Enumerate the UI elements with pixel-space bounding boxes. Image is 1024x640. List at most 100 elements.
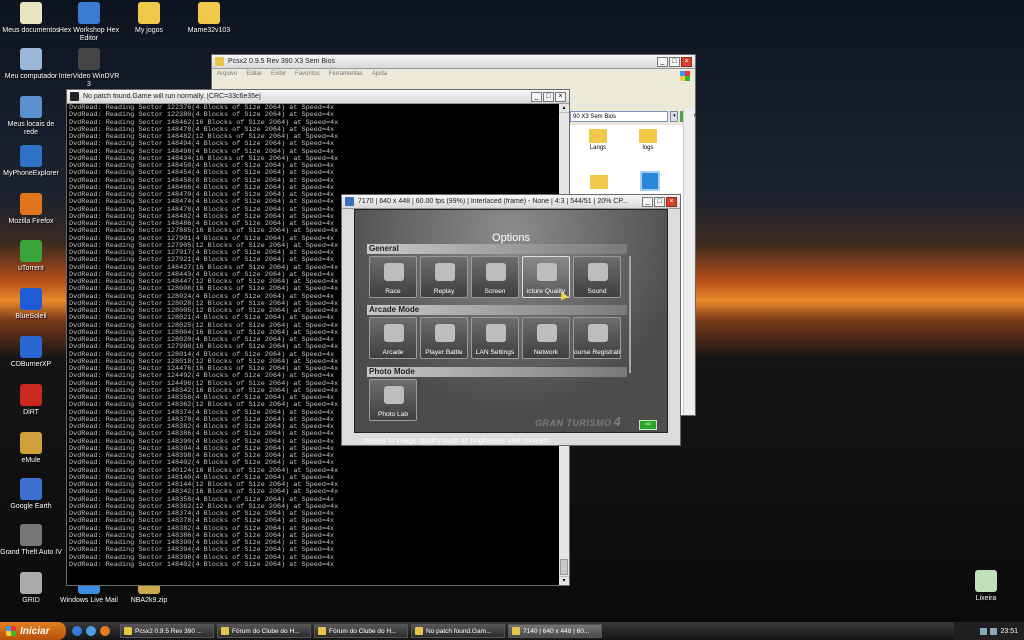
app-icon bbox=[20, 384, 42, 406]
minimize-button[interactable]: _ bbox=[531, 91, 542, 102]
tile-label: Photo Lab bbox=[377, 411, 409, 418]
option-tile[interactable]: Screen bbox=[471, 256, 519, 298]
taskbar-button[interactable]: Pcsx2 0.9.5 Rev 390 ... bbox=[120, 624, 214, 638]
app-icon bbox=[78, 48, 100, 70]
game-titlebar[interactable]: 7170 | 640 x 448 | 60.00 fps (99%) | Int… bbox=[342, 195, 680, 209]
taskbar-button[interactable]: 7140 | 640 x 448 | 60... bbox=[508, 624, 602, 638]
game-window[interactable]: 7170 | 640 x 448 | 60.00 fps (99%) | Int… bbox=[341, 194, 681, 446]
minimize-button[interactable]: _ bbox=[657, 56, 668, 67]
option-tile[interactable]: Replay bbox=[420, 256, 468, 298]
taskbar-button[interactable]: No patch found.Gam... bbox=[411, 624, 505, 638]
ie-icon[interactable] bbox=[86, 626, 96, 636]
option-tile[interactable]: Sound bbox=[573, 256, 621, 298]
desktop-icon[interactable]: InterVideo WinDVR 3 bbox=[58, 48, 120, 89]
explorer-scrollbar[interactable] bbox=[683, 109, 694, 415]
folder-label: logs bbox=[642, 145, 654, 151]
option-tile[interactable]: LAN Settings bbox=[471, 317, 519, 359]
scroll-track bbox=[629, 256, 631, 373]
window-icon bbox=[221, 627, 229, 635]
desktop-icon[interactable]: Google Earth bbox=[0, 478, 62, 511]
folder-icon bbox=[215, 57, 224, 66]
desktop-icon-label: Mame32v103 bbox=[187, 27, 231, 34]
close-button[interactable]: × bbox=[666, 196, 677, 207]
folder-item[interactable]: logs bbox=[628, 129, 668, 151]
option-tile[interactable]: Arcade bbox=[369, 317, 417, 359]
close-button[interactable]: × bbox=[681, 56, 692, 67]
folder-label: Langs bbox=[589, 145, 607, 151]
volume-icon[interactable] bbox=[990, 627, 998, 635]
desktop-icon[interactable]: eMule bbox=[0, 432, 62, 465]
game-screen[interactable]: Options General Race Replay Screen icture Qu… bbox=[354, 209, 668, 445]
network-icon[interactable] bbox=[980, 627, 988, 635]
desktop-icon[interactable]: My jogos bbox=[118, 2, 180, 35]
menu-item-arquivo[interactable]: Arquivo bbox=[217, 71, 237, 79]
desktop-icon-label: Grand Theft Auto IV bbox=[0, 549, 62, 556]
firefox-icon[interactable] bbox=[100, 626, 110, 636]
desktop-icon[interactable]: Meus locais de rede bbox=[0, 96, 62, 137]
scroll-thumb[interactable] bbox=[560, 559, 568, 575]
folder-item[interactable]: Langs bbox=[578, 129, 618, 151]
network-icon bbox=[537, 324, 557, 342]
address-field[interactable]: 90 X3 Sem Bios bbox=[570, 110, 669, 122]
minimize-button[interactable]: _ bbox=[642, 196, 653, 207]
maximize-button[interactable]: □ bbox=[654, 196, 665, 207]
exit-icon[interactable]: ⇨ bbox=[639, 420, 657, 430]
app-icon bbox=[20, 288, 42, 310]
option-tile[interactable]: Network bbox=[522, 317, 570, 359]
maximize-button[interactable]: □ bbox=[543, 91, 554, 102]
browser-icon[interactable] bbox=[72, 626, 82, 636]
camera-icon bbox=[435, 263, 455, 281]
scroll-up-arrow-icon[interactable]: ▴ bbox=[559, 104, 569, 113]
desktop-icon[interactable]: Meus documentos bbox=[0, 2, 62, 35]
start-button[interactable]: Iniciar bbox=[0, 622, 66, 640]
menu-item-favoritos[interactable]: Favoritos bbox=[295, 71, 320, 79]
taskbar: Iniciar Pcsx2 0.9.5 Rev 390 ... Fórum do … bbox=[0, 622, 1024, 640]
option-tile[interactable]: Player Battle bbox=[420, 317, 468, 359]
window-icon bbox=[512, 627, 520, 635]
scroll-down-arrow-icon[interactable]: ▾ bbox=[559, 576, 569, 585]
taskbar-button-label: Pcsx2 0.9.5 Rev 390 ... bbox=[135, 627, 203, 635]
option-tile[interactable]: Race bbox=[369, 256, 417, 298]
desktop-icon[interactable]: BlueSoleil bbox=[0, 288, 62, 321]
desktop-icon[interactable]: Hex Workshop Hex Editor bbox=[58, 2, 120, 43]
menu-item-ferramentas[interactable]: Ferramentas bbox=[329, 71, 363, 79]
picture-icon bbox=[537, 263, 557, 281]
console-icon bbox=[70, 92, 79, 101]
taskbar-button[interactable]: Fórum do Clube do H... bbox=[314, 624, 408, 638]
desktop-icon[interactable]: uTorrent bbox=[0, 240, 62, 273]
app-icon bbox=[138, 2, 160, 24]
app-icon bbox=[198, 2, 220, 24]
taskbar-button[interactable]: Fórum do Clube do H... bbox=[217, 624, 311, 638]
desktop-icon[interactable]: Grand Theft Auto IV bbox=[0, 524, 62, 557]
desktop-icon-label: Meus documentos bbox=[2, 27, 60, 34]
maximize-button[interactable]: □ bbox=[669, 56, 680, 67]
windows-logo-icon bbox=[680, 71, 690, 81]
desktop-icon[interactable]: MyPhoneExplorer bbox=[0, 145, 62, 178]
tile-label: Screen bbox=[484, 288, 506, 295]
desktop-icon[interactable]: CDBurnerXP bbox=[0, 336, 62, 369]
clock[interactable]: 23:51 bbox=[1000, 628, 1018, 635]
console-titlebar[interactable]: No patch found.Game will run normally. [… bbox=[67, 90, 569, 104]
desktop-icon-label: Mozilla Firefox bbox=[8, 218, 54, 225]
desktop-icon[interactable]: Mozilla Firefox bbox=[0, 193, 62, 226]
menu-item-ajuda[interactable]: Ajuda bbox=[372, 71, 387, 79]
desktop-icon[interactable]: GRID bbox=[0, 572, 62, 605]
explorer-address-row: 90 X3 Sem Bios ▾ › Ir bbox=[570, 109, 696, 123]
dropdown-arrow-icon[interactable]: ▾ bbox=[670, 110, 679, 122]
option-tile[interactable]: ourse Registration bbox=[573, 317, 621, 359]
desktop-icon[interactable]: DiRT bbox=[0, 384, 62, 417]
desktop-icon[interactable]: Meu computador bbox=[0, 48, 62, 81]
menu-item-exibir[interactable]: Exibir bbox=[271, 71, 286, 79]
recycle-bin-icon[interactable]: Lixeira bbox=[955, 570, 1017, 603]
explorer-titlebar[interactable]: Pcsx2 0.9.5 Rev 390 X3 Sem Bios _ □ × bbox=[212, 55, 695, 69]
close-button[interactable]: × bbox=[555, 91, 566, 102]
menu-item-editar[interactable]: Editar bbox=[246, 71, 262, 79]
pcsx2-icon bbox=[345, 197, 354, 206]
folder-icon bbox=[589, 129, 607, 143]
app-icon bbox=[78, 2, 100, 24]
folder-icon[interactable] bbox=[590, 175, 608, 189]
helmet-icon bbox=[384, 263, 404, 281]
option-tile[interactable]: Photo Lab bbox=[369, 379, 417, 421]
desktop-icon[interactable]: Mame32v103 bbox=[178, 2, 240, 35]
exe-icon[interactable] bbox=[640, 171, 660, 191]
